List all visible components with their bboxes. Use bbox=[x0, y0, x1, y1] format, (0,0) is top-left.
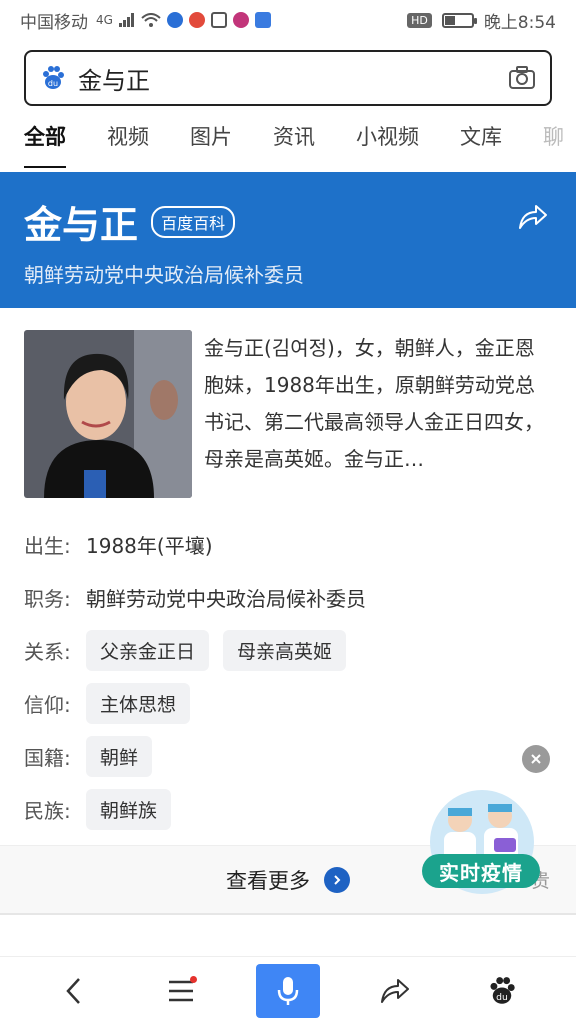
search-box[interactable]: du bbox=[24, 50, 552, 106]
tieba-notify-icon bbox=[254, 12, 271, 28]
ethnicity-chip[interactable]: 朝鲜族 bbox=[86, 789, 172, 830]
signal-icon bbox=[118, 13, 134, 27]
nationality-chip[interactable]: 朝鲜 bbox=[86, 736, 153, 777]
search-tabs: 全部 视频 图片 资讯 小视频 文库 聊 bbox=[0, 110, 576, 168]
camera-icon[interactable] bbox=[508, 66, 536, 90]
fact-value: 朝鲜劳动党中央政治局候补委员 bbox=[86, 587, 366, 611]
fact-birth: 出生: 1988年(平壤) bbox=[24, 518, 554, 571]
microphone-icon bbox=[277, 976, 299, 1005]
baidu-notify-icon bbox=[166, 12, 183, 28]
video-notify-icon bbox=[232, 12, 249, 28]
tab-short-video[interactable]: 小视频 bbox=[356, 121, 419, 157]
baidu-paw-icon: du bbox=[490, 976, 516, 1004]
carrier-name: 中国移动 bbox=[20, 12, 88, 33]
entity-name: 金与正 bbox=[24, 203, 139, 247]
facts-list: 出生: 1988年(平壤) 职务: 朝鲜劳动党中央政治局候补委员 关系: 父亲金… bbox=[24, 518, 554, 836]
battery-icon bbox=[441, 12, 477, 28]
fact-label: 国籍: bbox=[24, 746, 71, 770]
share-icon[interactable] bbox=[518, 204, 548, 230]
bottom-nav: du bbox=[0, 956, 576, 1024]
relation-chip-mother[interactable]: 母亲高英姬 bbox=[223, 630, 347, 671]
close-float-icon[interactable] bbox=[522, 745, 550, 773]
fact-position: 职务: 朝鲜劳动党中央政治局候补委员 bbox=[24, 571, 554, 624]
entity-summary: 金与正(김여정)，女，朝鲜人，金正恩胞妹，1988年出生，原朝鲜劳动党总书记、第… bbox=[24, 330, 554, 498]
portrait-photo[interactable] bbox=[24, 330, 192, 498]
fact-label: 关系: bbox=[24, 640, 71, 664]
back-icon bbox=[65, 977, 80, 1004]
share-nav-icon bbox=[381, 978, 410, 1003]
fact-label: 出生: bbox=[24, 534, 71, 558]
summary-text[interactable]: 金与正(김여정)，女，朝鲜人，金正恩胞妹，1988年出生，原朝鲜劳动党总书记、第… bbox=[204, 330, 554, 498]
tab-all[interactable]: 全部 bbox=[24, 121, 66, 168]
fact-nationality: 国籍: 朝鲜 bbox=[24, 730, 554, 783]
view-more-label[interactable]: 查看更多 bbox=[226, 865, 310, 895]
search-input[interactable] bbox=[78, 64, 508, 92]
tab-more-partial[interactable]: 聊 bbox=[543, 121, 564, 157]
status-right: HD 晚上8:54 bbox=[407, 8, 556, 33]
entity-header: 金与正 百度百科 朝鲜劳动党中央政治局候补委员 bbox=[0, 172, 576, 308]
baidu-home-button[interactable]: du bbox=[470, 964, 534, 1018]
voice-search-button[interactable] bbox=[255, 963, 320, 1018]
back-button[interactable] bbox=[42, 964, 106, 1018]
relation-chip-father[interactable]: 父亲金正日 bbox=[86, 630, 210, 671]
baidu-paw-icon: du bbox=[43, 66, 64, 89]
carrier-group: 中国移动 4G bbox=[20, 8, 271, 33]
share-button[interactable] bbox=[363, 964, 427, 1018]
network-type: 4G bbox=[96, 13, 113, 27]
entity-subtitle: 朝鲜劳动党中央政治局候补委员 bbox=[24, 263, 304, 287]
chevron-right-icon[interactable] bbox=[324, 866, 350, 893]
fact-relations: 关系: 父亲金正日 母亲高英姬 bbox=[24, 624, 554, 677]
app-notify-icon bbox=[188, 12, 205, 28]
epidemic-label[interactable]: 实时疫情 bbox=[422, 854, 540, 888]
fact-label: 民族: bbox=[24, 799, 71, 823]
hd-badge: HD bbox=[407, 12, 432, 28]
epidemic-float-badge[interactable]: 实时疫情 bbox=[422, 790, 540, 900]
svg-text:du: du bbox=[48, 79, 58, 88]
clock: 晚上8:54 bbox=[483, 12, 556, 33]
fact-belief: 信仰: 主体思想 bbox=[24, 677, 554, 730]
svg-text:du: du bbox=[496, 992, 508, 1003]
status-bar: 中国移动 4G HD 晚上8:54 bbox=[0, 0, 576, 40]
notification-dot bbox=[189, 975, 197, 983]
baike-badge[interactable]: 百度百科 bbox=[151, 205, 236, 238]
fact-label: 信仰: bbox=[24, 693, 71, 717]
wifi-icon bbox=[141, 13, 161, 27]
fact-value: 1988年(平壤) bbox=[86, 534, 213, 558]
belief-chip[interactable]: 主体思想 bbox=[86, 683, 191, 724]
tab-wenku[interactable]: 文库 bbox=[460, 121, 502, 157]
tab-video[interactable]: 视频 bbox=[107, 121, 149, 157]
menu-button[interactable] bbox=[149, 964, 213, 1018]
tab-news[interactable]: 资讯 bbox=[273, 121, 315, 157]
fact-label: 职务: bbox=[24, 587, 71, 611]
tab-images[interactable]: 图片 bbox=[190, 121, 232, 157]
translate-notify-icon bbox=[210, 12, 227, 28]
